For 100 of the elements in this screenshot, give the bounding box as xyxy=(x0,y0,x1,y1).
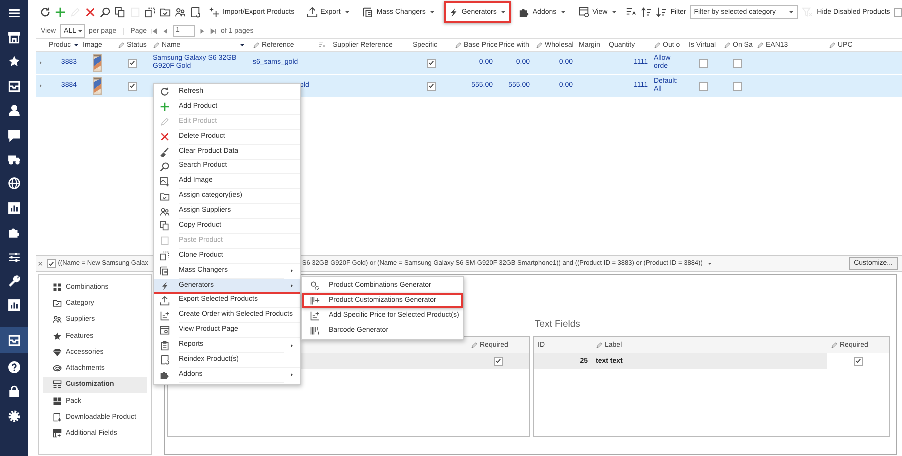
search-icon xyxy=(160,162,170,172)
barcode-plus-icon xyxy=(310,296,320,306)
caret-icon xyxy=(560,8,567,16)
checkbox[interactable] xyxy=(854,356,862,366)
pencil-icon xyxy=(596,342,603,348)
checkbox[interactable] xyxy=(128,58,137,68)
pencil-icon xyxy=(153,42,160,48)
bar-chart-icon xyxy=(8,202,20,215)
wrench-icon xyxy=(8,274,20,288)
pencil-icon xyxy=(118,42,125,48)
plus-icon[interactable] xyxy=(55,6,66,18)
star-icon xyxy=(53,332,62,341)
checkbox[interactable] xyxy=(733,82,742,90)
puzzle-icon xyxy=(160,370,170,380)
submenu-arrow-icon xyxy=(289,283,295,290)
caret-icon xyxy=(500,8,507,16)
pencil-icon xyxy=(831,342,838,348)
first-page-icon[interactable] xyxy=(151,28,158,34)
checkbox[interactable] xyxy=(494,356,502,366)
pencil-icon xyxy=(654,42,661,48)
help-icon xyxy=(8,360,20,374)
pencil-icon xyxy=(757,42,764,48)
last-page-icon[interactable] xyxy=(210,28,218,34)
people-icon xyxy=(53,315,62,324)
download-icon xyxy=(53,413,62,422)
checkbox[interactable] xyxy=(733,58,742,68)
puzzle-icon xyxy=(518,6,530,18)
clone-icon xyxy=(160,251,170,262)
expand-arrow-icon[interactable] xyxy=(38,60,44,66)
folder-check-icon xyxy=(160,192,170,202)
checkbox[interactable] xyxy=(426,82,436,90)
truck-icon xyxy=(8,153,20,166)
people-icon[interactable] xyxy=(175,6,186,18)
menu-icon xyxy=(8,6,20,20)
chat-icon xyxy=(8,128,20,142)
checkbox[interactable] xyxy=(699,58,708,68)
caret-icon xyxy=(344,8,351,16)
close-button[interactable]: × xyxy=(38,258,44,268)
submenu-arrow-icon xyxy=(289,372,295,378)
globe-icon xyxy=(8,177,20,190)
boxes-icon xyxy=(53,396,62,406)
submenu-arrow-icon xyxy=(289,268,295,274)
upload-icon xyxy=(160,296,170,306)
checkbox[interactable] xyxy=(47,259,56,268)
sort-down-icon[interactable] xyxy=(656,6,667,18)
bar-chart-icon xyxy=(8,299,20,312)
caret-icon[interactable] xyxy=(239,42,246,48)
pencil-icon xyxy=(471,342,478,348)
clone-icon[interactable] xyxy=(145,6,156,18)
section-title: Text Fields xyxy=(534,319,582,332)
lightning-icon xyxy=(160,281,170,292)
submenu-arrow-icon xyxy=(289,342,295,349)
previous-icon[interactable] xyxy=(162,28,170,34)
person-icon xyxy=(8,104,20,118)
pencil-icon xyxy=(253,42,260,48)
caret-icon[interactable] xyxy=(706,260,713,266)
checkbox[interactable] xyxy=(128,82,137,90)
list-add-icon xyxy=(160,310,170,321)
list-add-icon xyxy=(310,310,320,320)
barcode-icon xyxy=(310,326,320,336)
refresh-icon[interactable] xyxy=(40,6,51,18)
image-add-icon xyxy=(160,176,170,187)
sort-icon[interactable] xyxy=(626,6,637,18)
search-icon[interactable] xyxy=(100,6,111,18)
cross-icon xyxy=(160,132,170,142)
checkbox[interactable] xyxy=(426,58,436,68)
eraser-icon xyxy=(160,147,170,157)
store-icon xyxy=(8,31,20,44)
sort-up-icon[interactable] xyxy=(640,6,652,18)
copy-icon[interactable] xyxy=(115,6,126,18)
copy-icon xyxy=(160,221,170,232)
inbox-icon xyxy=(8,334,20,347)
caret-icon xyxy=(428,8,436,16)
refresh-icon xyxy=(160,87,170,98)
document-refresh-icon xyxy=(160,355,170,366)
star-icon xyxy=(8,55,20,68)
folder-check-icon xyxy=(53,298,62,308)
checkbox[interactable] xyxy=(699,82,708,90)
checkbox[interactable] xyxy=(894,8,902,16)
document-icon xyxy=(160,236,170,246)
document-refresh-icon[interactable] xyxy=(190,6,201,18)
pencil-icon xyxy=(536,42,543,48)
folder-check-icon[interactable] xyxy=(160,6,171,18)
caret-icon xyxy=(610,8,618,16)
pencil-icon xyxy=(829,42,836,48)
grid-icon xyxy=(53,282,62,292)
browser-icon xyxy=(160,326,170,336)
pencil-icon xyxy=(724,42,731,48)
table-add-icon xyxy=(53,429,62,438)
inbox-icon xyxy=(8,80,20,93)
caret-icon xyxy=(788,8,796,16)
puzzle-icon xyxy=(8,226,20,240)
nav-item[interactable] xyxy=(0,327,28,354)
expand-arrow-icon[interactable] xyxy=(38,83,44,89)
pencil-icon xyxy=(455,42,462,48)
gem-icon xyxy=(53,348,62,357)
form-icon xyxy=(53,380,62,390)
window-icon xyxy=(578,6,590,18)
cross-icon[interactable] xyxy=(85,6,96,18)
next-icon[interactable] xyxy=(199,28,206,34)
